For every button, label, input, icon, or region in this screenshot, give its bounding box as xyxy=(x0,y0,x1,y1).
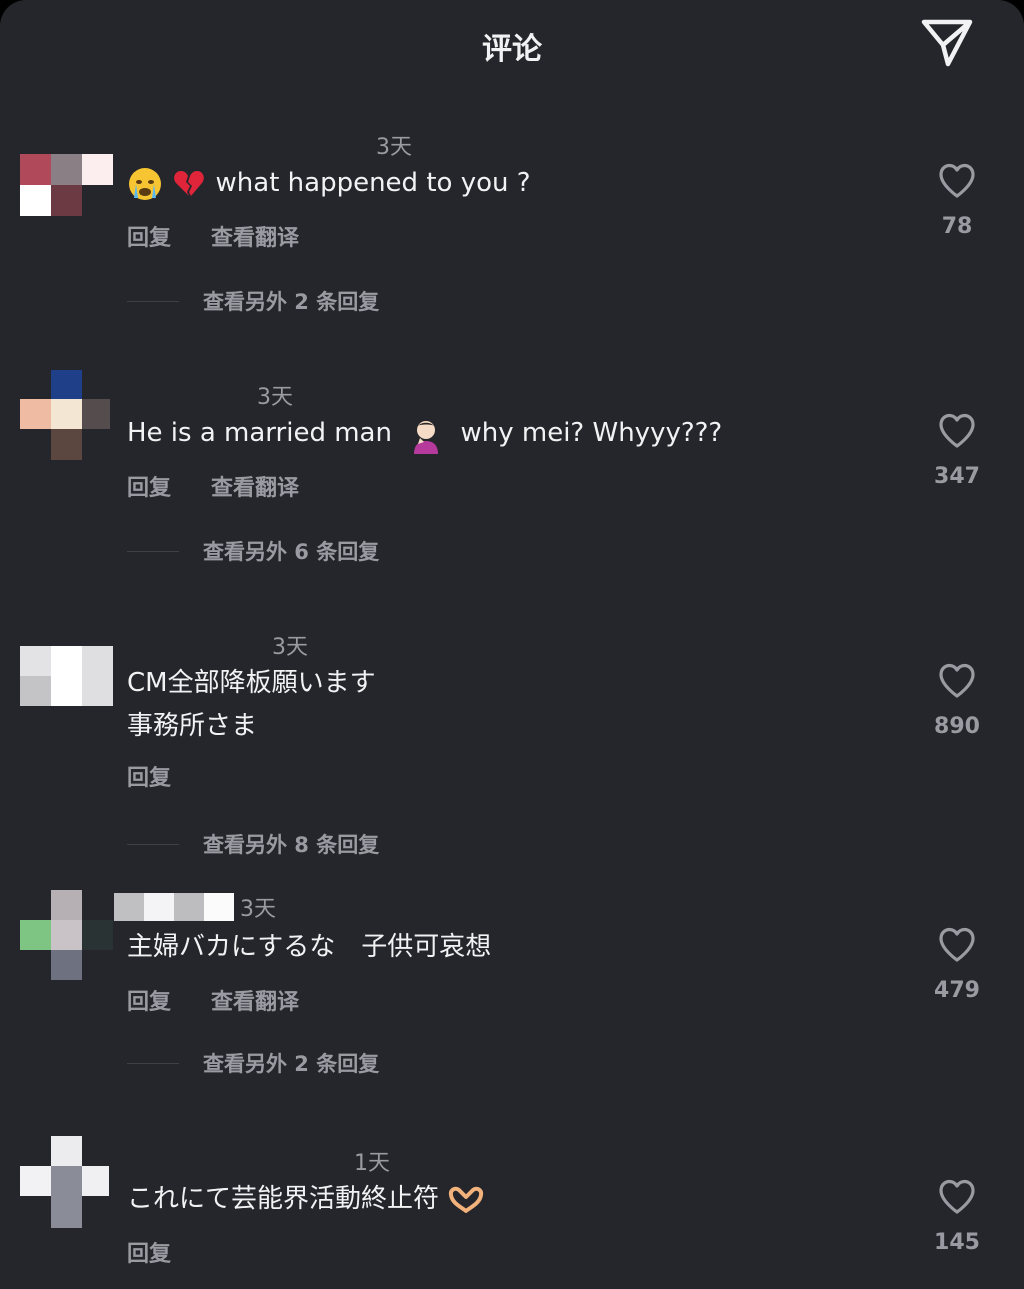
woman-shrugging-emoji-icon xyxy=(414,420,439,454)
translate-button[interactable]: 查看翻译 xyxy=(211,470,299,502)
comment-body: what happened to you ? xyxy=(215,168,531,198)
like-count: 479 xyxy=(934,978,980,1003)
reply-button[interactable]: 回复 xyxy=(127,984,171,1016)
comment-meta: 3天 xyxy=(114,130,412,160)
more-replies-label: 查看另外 2 条回复 xyxy=(203,290,380,314)
broken-heart-emoji-icon xyxy=(174,170,205,196)
view-more-replies[interactable]: 查看另外 2 条回复 xyxy=(127,1048,379,1078)
comments-sheet: 评论 3天 what happened to you ? 回复 查看翻译 查看另… xyxy=(0,0,1024,1289)
username-redacted[interactable] xyxy=(114,634,266,656)
comment-time: 1天 xyxy=(354,1151,390,1176)
like-control: 890 xyxy=(920,662,994,739)
comment-body-part2: why mei? Whyyy??? xyxy=(460,418,723,448)
comment-meta: 3天 xyxy=(114,892,276,922)
divider-line xyxy=(127,550,179,552)
comment-actions: 回复 查看翻译 xyxy=(127,470,299,502)
heart-icon[interactable] xyxy=(937,162,977,200)
like-control: 145 xyxy=(920,1178,994,1255)
reply-button[interactable]: 回复 xyxy=(127,220,171,252)
comment-actions: 回复 xyxy=(127,760,171,792)
page-title: 评论 xyxy=(482,32,542,67)
divider-line xyxy=(127,300,179,302)
comment-meta: 1天 xyxy=(114,1146,390,1176)
more-replies-label: 查看另外 2 条回复 xyxy=(203,1052,380,1076)
comment-actions: 回复 查看翻译 xyxy=(127,220,299,252)
avatar[interactable] xyxy=(20,1136,114,1228)
comment-text: 主婦バカにするな 子供可哀想 xyxy=(127,932,492,962)
avatar[interactable] xyxy=(20,154,114,248)
like-control: 78 xyxy=(920,162,994,239)
username-redacted[interactable] xyxy=(114,384,251,406)
username-redacted[interactable] xyxy=(114,1150,348,1172)
heart-icon[interactable] xyxy=(937,662,977,700)
heart-icon[interactable] xyxy=(937,1178,977,1216)
reply-button[interactable]: 回复 xyxy=(127,760,171,792)
comment-time: 3天 xyxy=(272,635,308,660)
reply-button[interactable]: 回复 xyxy=(127,1236,171,1268)
comment-body-part1: He is a married man xyxy=(127,418,392,448)
heart-icon[interactable] xyxy=(937,412,977,450)
heart-icon[interactable] xyxy=(937,926,977,964)
like-count: 890 xyxy=(934,714,980,739)
reply-button[interactable]: 回复 xyxy=(127,470,171,502)
comment-text: what happened to you ? xyxy=(127,162,531,205)
like-count: 347 xyxy=(934,464,980,489)
more-replies-label: 查看另外 6 条回复 xyxy=(203,540,380,564)
comment-text-line1: CM全部降板願います xyxy=(127,668,376,698)
comment-text-line2: 事務所さま xyxy=(127,711,258,741)
username-redacted[interactable] xyxy=(114,134,370,156)
comment-time: 3天 xyxy=(257,385,293,410)
share-button[interactable] xyxy=(918,14,976,72)
comment-time: 3天 xyxy=(240,897,276,922)
avatar[interactable] xyxy=(20,646,114,706)
view-more-replies[interactable]: 查看另外 2 条回复 xyxy=(127,286,379,316)
username-redacted-bar[interactable] xyxy=(114,893,234,921)
divider-line xyxy=(127,1062,179,1064)
comment-text: He is a married man why mei? Whyyy??? xyxy=(127,412,722,455)
like-count: 145 xyxy=(934,1230,980,1255)
translate-button[interactable]: 查看翻译 xyxy=(211,984,299,1016)
comment-meta: 3天 xyxy=(114,380,293,410)
crying-face-emoji-icon xyxy=(129,167,161,200)
send-icon xyxy=(921,19,973,67)
view-more-replies[interactable]: 查看另外 6 条回复 xyxy=(127,536,379,566)
like-control: 347 xyxy=(920,412,994,489)
view-more-replies[interactable]: 查看另外 8 条回复 xyxy=(127,829,379,859)
comment-body: これにて芸能界活動終止符 xyxy=(127,1184,440,1214)
translate-button[interactable]: 查看翻译 xyxy=(211,220,299,252)
comment-text: これにて芸能界活動終止符 xyxy=(127,1178,485,1221)
comment-actions: 回复 查看翻译 xyxy=(127,984,299,1016)
avatar[interactable] xyxy=(20,890,114,982)
avatar[interactable] xyxy=(20,370,114,464)
more-replies-label: 查看另外 8 条回复 xyxy=(203,833,380,857)
comment-time: 3天 xyxy=(376,135,412,160)
like-count: 78 xyxy=(941,214,973,239)
comments-header: 评论 xyxy=(0,0,1024,92)
divider-line xyxy=(127,843,179,845)
like-control: 479 xyxy=(920,926,994,1003)
heart-hands-emoji-icon xyxy=(449,1186,484,1213)
comment-meta: 3天 xyxy=(114,630,308,660)
comment-actions: 回复 xyxy=(127,1236,171,1268)
